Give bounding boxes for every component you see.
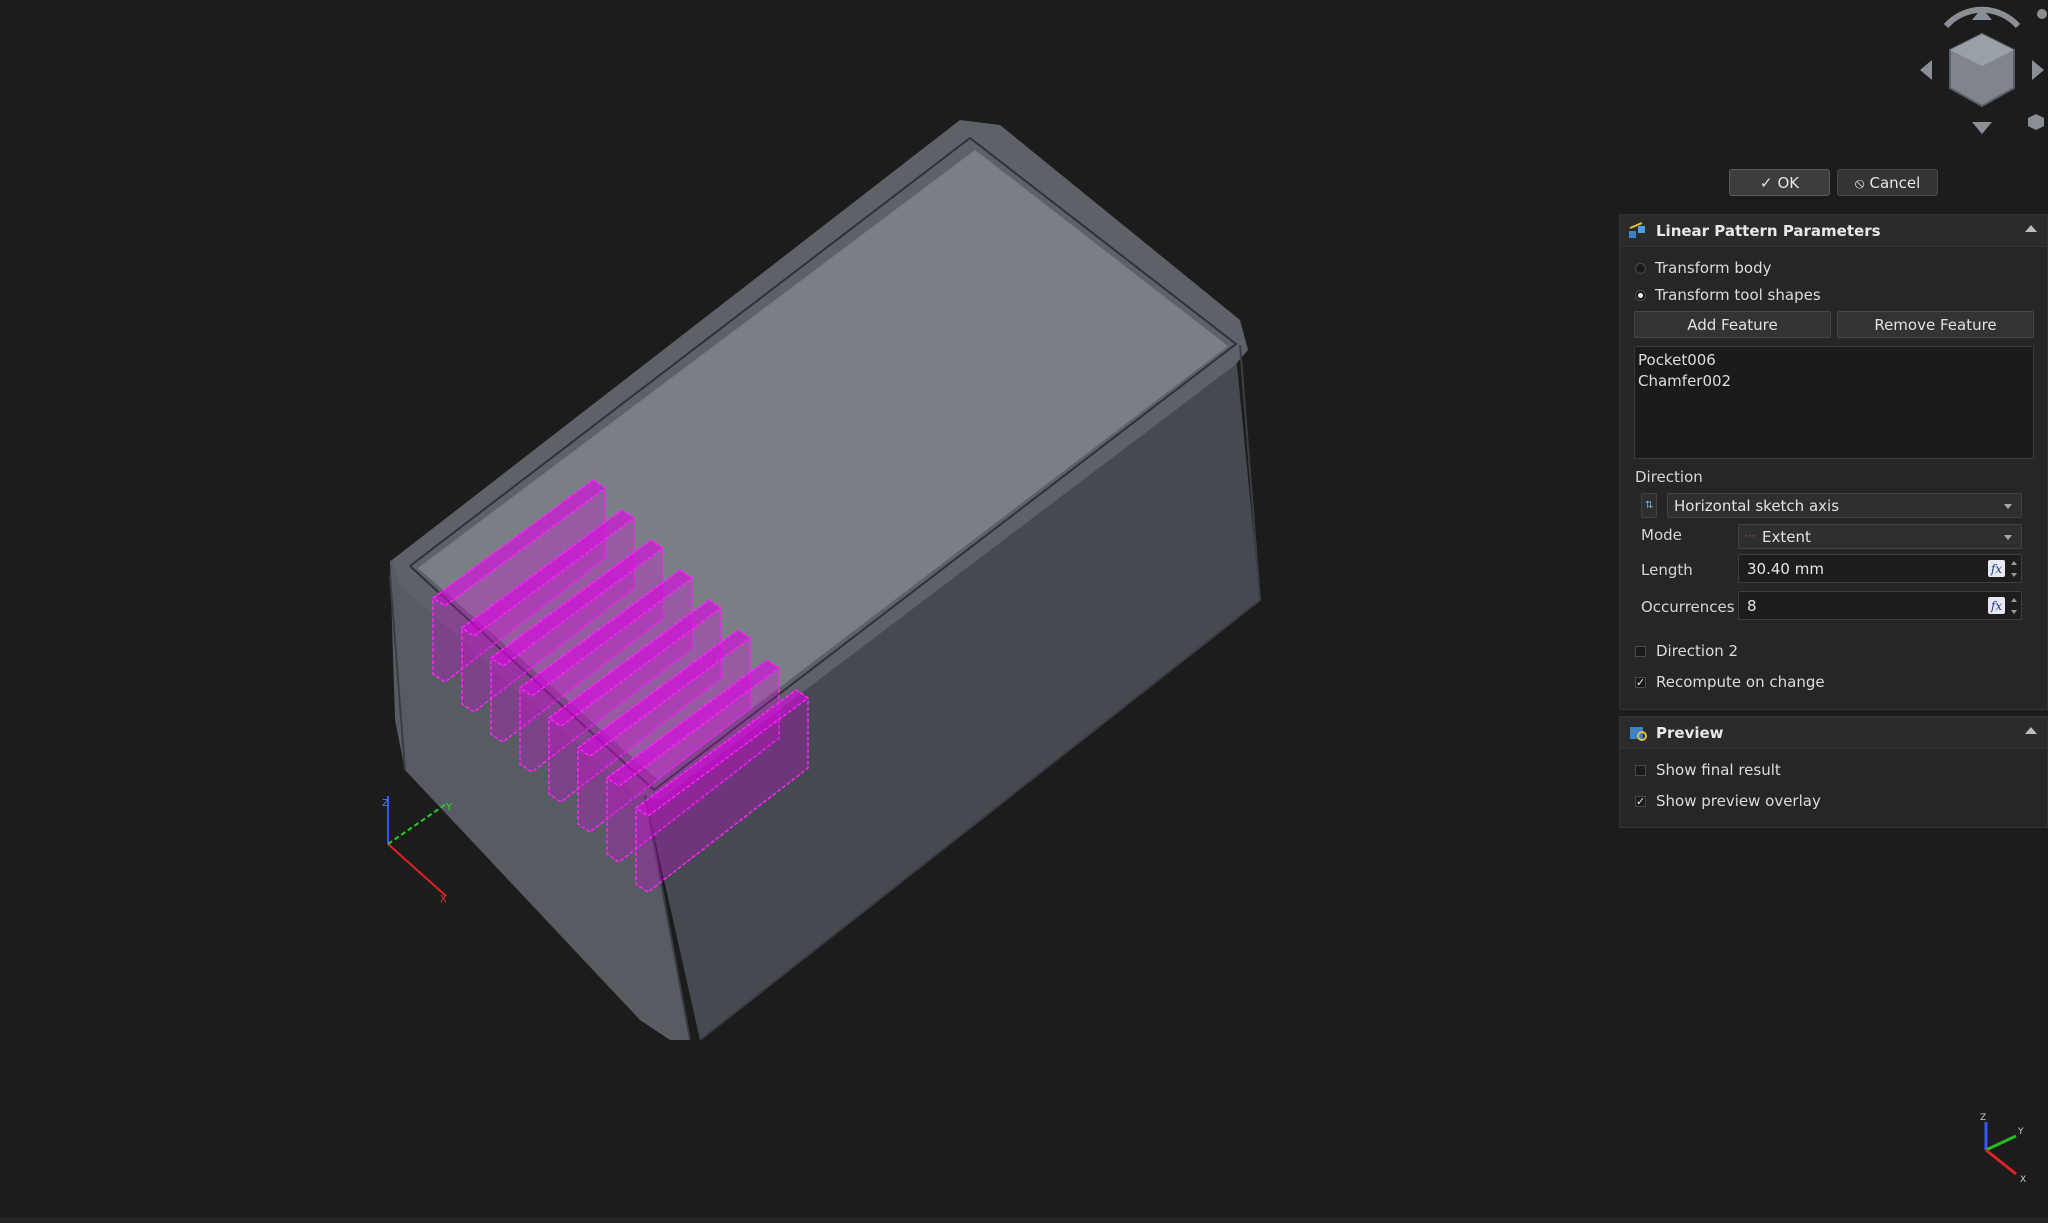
radio-icon[interactable] [1635, 262, 1646, 274]
ok-button-label: OK [1777, 173, 1800, 192]
feature-list-item[interactable]: Pocket006 [1638, 350, 2030, 371]
remove-feature-button[interactable]: Remove Feature [1837, 311, 2034, 338]
mode-label: Mode [1641, 526, 1682, 544]
preview-panel-header[interactable]: Preview [1620, 717, 2047, 749]
checkbox-icon[interactable] [1635, 645, 1646, 657]
chevron-down-icon [2004, 535, 2012, 540]
corner-axis-x-label: X [2020, 1175, 2026, 1185]
radio-selected-icon[interactable] [1635, 289, 1646, 301]
navigation-cube-icon[interactable] [1916, 4, 2048, 138]
transform-body-label: Transform body [1655, 259, 1772, 277]
direction-section-label: Direction [1635, 468, 1703, 486]
preview-icon [1630, 726, 1647, 741]
spin-arrows-icon[interactable] [2010, 596, 2019, 616]
reverse-direction-icon: ⇅ [1645, 500, 1654, 511]
axis-x-label: X [440, 894, 447, 905]
checkbox-checked-icon[interactable]: ✓ [1635, 795, 1646, 807]
axis-x-line [387, 843, 447, 897]
direction2-label: Direction 2 [1656, 642, 1739, 660]
chevron-down-icon [2004, 504, 2012, 509]
cancel-button[interactable]: ⦸ Cancel [1837, 169, 1938, 196]
occurrences-label: Occurrences [1641, 598, 1735, 616]
length-input[interactable]: 30.40 mm fx [1738, 554, 2022, 583]
view-menu-cube-icon[interactable] [2028, 114, 2044, 130]
axis-y-line [387, 803, 447, 845]
origin-axis-triad: Z Y X [382, 796, 453, 905]
arrow-right-icon[interactable] [2032, 60, 2044, 80]
direction-select-value: Horizontal sketch axis [1674, 496, 1840, 515]
transform-tool-shapes-radio[interactable]: Transform tool shapes [1635, 286, 1821, 304]
occurrences-input[interactable]: 8 fx [1738, 591, 2022, 620]
direction-select[interactable]: Horizontal sketch axis [1667, 493, 2022, 518]
mode-select[interactable]: ⋯ Extent [1738, 524, 2022, 549]
transform-body-radio[interactable]: Transform body [1635, 259, 1771, 277]
direction2-checkbox[interactable]: Direction 2 [1635, 642, 1738, 660]
mode-select-value: Extent [1762, 527, 1811, 546]
cancel-icon: ⦸ [1854, 173, 1865, 192]
show-final-result-label: Show final result [1656, 761, 1781, 779]
show-final-result-checkbox[interactable]: Show final result [1635, 761, 1781, 779]
corner-axis-y-label: Y [2017, 1127, 2024, 1137]
checkbox-icon[interactable] [1635, 764, 1646, 776]
cancel-button-label: Cancel [1869, 173, 1921, 192]
menu-dot-icon[interactable] [2037, 9, 2047, 19]
occurrences-input-value: 8 [1747, 596, 1757, 615]
recompute-checkbox[interactable]: ✓ Recompute on change [1635, 673, 1825, 691]
expression-fx-icon[interactable]: fx [1988, 560, 2005, 577]
preview-panel-title: Preview [1656, 723, 1724, 742]
expression-fx-icon[interactable]: fx [1988, 597, 2005, 614]
show-preview-overlay-label: Show preview overlay [1656, 792, 1821, 810]
linear-pattern-icon [1629, 221, 1645, 238]
arrow-down-icon[interactable] [1972, 122, 1992, 134]
length-input-value: 30.40 mm [1747, 559, 1824, 578]
show-preview-overlay-checkbox[interactable]: ✓ Show preview overlay [1635, 792, 1821, 810]
corner-axis-indicator: Z Y X [1980, 1113, 2026, 1185]
collapse-icon[interactable] [2025, 727, 2037, 734]
add-feature-button[interactable]: Add Feature [1634, 311, 1831, 338]
transform-tool-shapes-label: Transform tool shapes [1655, 286, 1821, 304]
spin-arrows-icon[interactable] [2010, 559, 2019, 579]
feature-list-item[interactable]: Chamfer002 [1638, 371, 2030, 392]
3d-model[interactable] [0, 0, 1600, 1223]
recompute-label: Recompute on change [1656, 673, 1825, 691]
status-strip [0, 1217, 2048, 1223]
ok-button[interactable]: ✓ OK [1729, 169, 1830, 196]
feature-list[interactable]: Pocket006 Chamfer002 [1634, 346, 2034, 459]
length-label: Length [1641, 561, 1693, 579]
preview-panel: Preview Show final result ✓ Show preview… [1619, 716, 2048, 828]
extent-icon: ⋯ [1745, 531, 1755, 542]
linear-pattern-panel-title: Linear Pattern Parameters [1656, 221, 1881, 240]
checkbox-checked-icon[interactable]: ✓ [1635, 676, 1646, 688]
arrow-left-icon[interactable] [1920, 60, 1932, 80]
axis-z-label: Z [382, 798, 389, 809]
axis-y-label: Y [445, 802, 453, 813]
linear-pattern-panel: Linear Pattern Parameters Transform body… [1619, 214, 2048, 710]
linear-pattern-panel-header[interactable]: Linear Pattern Parameters [1620, 215, 2047, 247]
corner-axis-z-label: Z [1980, 1113, 1986, 1123]
collapse-icon[interactable] [2025, 225, 2037, 232]
direction-reverse-button[interactable]: ⇅ [1641, 493, 1657, 518]
check-icon: ✓ [1759, 173, 1773, 192]
